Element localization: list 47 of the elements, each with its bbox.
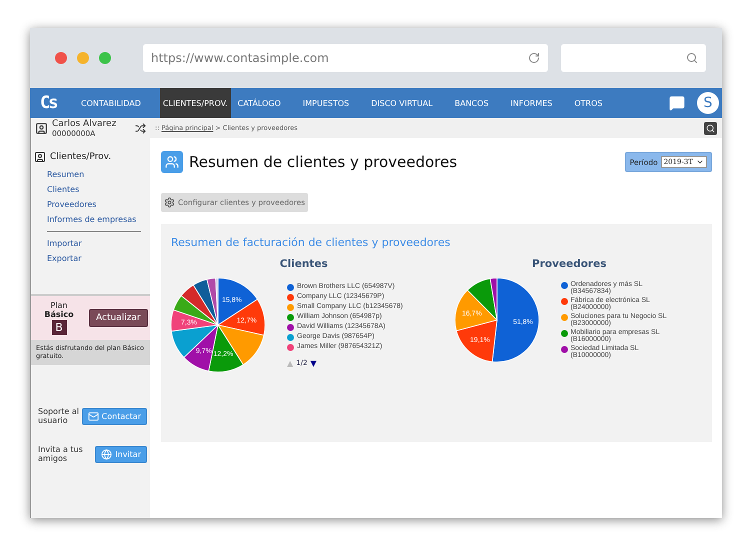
sidebar-link[interactable]: Proveedores — [31, 197, 150, 212]
minimize-dot[interactable] — [77, 52, 89, 64]
sidebar-link[interactable]: Resumen — [31, 167, 150, 182]
upgrade-button[interactable]: Actualizar — [89, 309, 148, 327]
mail-icon — [88, 410, 99, 422]
page-title: Resumen de clientes y proveedores — [189, 153, 458, 171]
reload-icon[interactable] — [528, 52, 540, 64]
help-icon[interactable] — [669, 95, 685, 111]
globe-icon — [101, 448, 112, 460]
shuffle-icon[interactable] — [135, 123, 146, 134]
logo[interactable]: Cs — [40, 93, 78, 113]
invite-text: Invita a tus amigos — [38, 445, 84, 463]
sidebar-link[interactable]: Importar — [31, 236, 150, 251]
close-dot[interactable] — [55, 52, 67, 64]
search-icon — [686, 52, 698, 64]
nav-tab[interactable]: INFORMES — [508, 88, 556, 118]
address-bar[interactable]: https://www.contasimple.com — [143, 44, 548, 72]
avatar[interactable]: S — [697, 92, 719, 114]
nav-tab[interactable]: IMPUESTOS — [300, 88, 352, 118]
search-button[interactable] — [704, 122, 717, 134]
nav-tab[interactable]: CLIENTES/PROV. — [160, 88, 231, 118]
maximize-dot[interactable] — [99, 52, 111, 64]
chart-title: Proveedores — [532, 258, 606, 270]
chart-title: Clientes — [280, 258, 328, 270]
nav-tab[interactable]: CONTABILIDAD — [78, 88, 144, 118]
sidebar-link[interactable]: Informes de empresas — [31, 212, 150, 227]
nav-tab[interactable]: CATÁLOGO — [234, 88, 284, 118]
plan-badge: B — [52, 320, 66, 335]
gear-icon — [164, 197, 175, 208]
next-page-arrow[interactable]: ▼ — [310, 358, 317, 368]
support-text: Soporte al usuario — [38, 407, 80, 425]
nav-tab[interactable]: OTROS — [571, 88, 606, 118]
plan-name: Básico — [44, 310, 74, 319]
sidebar-link[interactable]: Exportar — [31, 251, 150, 266]
users-icon — [161, 151, 183, 173]
user-name: Carlos Alvarez — [52, 119, 118, 129]
search-field[interactable] — [561, 44, 706, 72]
card-title: Resumen de facturación de clientes y proveedores — [171, 236, 452, 249]
nav-tab[interactable]: DISCO VIRTUAL — [368, 88, 436, 118]
nav-tab[interactable]: BANCOS — [452, 88, 492, 118]
chevron-down-icon — [696, 158, 704, 166]
url-text: https://www.contasimple.com — [151, 51, 329, 65]
contact-icon — [34, 151, 46, 163]
user-icon — [35, 122, 48, 135]
section-title: Clientes/Prov. — [50, 152, 112, 162]
sidebar-link[interactable]: Clientes — [31, 182, 150, 197]
plan-label: Plan — [50, 301, 68, 310]
